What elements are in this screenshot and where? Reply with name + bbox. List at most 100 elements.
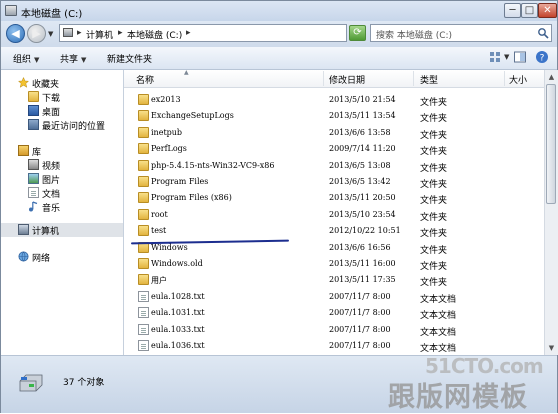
file-type: 文件夹 bbox=[420, 278, 448, 289]
back-button[interactable]: ◀ bbox=[6, 24, 25, 43]
close-button[interactable]: ✕ bbox=[538, 3, 557, 18]
file-name: root bbox=[151, 209, 168, 219]
search-input[interactable]: 搜索 本地磁盘 (C:) bbox=[370, 24, 552, 42]
sidebar-item-libraries[interactable]: 库 bbox=[1, 144, 123, 158]
column-name[interactable]: 名称 bbox=[136, 73, 154, 86]
column-type[interactable]: 类型 bbox=[420, 73, 438, 86]
drive-icon bbox=[5, 5, 17, 16]
recent-pages-dropdown[interactable]: ▼ bbox=[48, 30, 53, 38]
view-options-icon[interactable] bbox=[488, 50, 502, 64]
file-date: 2013/5/11 17:35 bbox=[329, 275, 396, 285]
file-type: 文件夹 bbox=[420, 147, 448, 158]
file-date: 2013/5/10 23:54 bbox=[329, 209, 396, 219]
sidebar-label: 网络 bbox=[32, 254, 51, 264]
file-name: inetpub bbox=[151, 127, 183, 137]
file-row[interactable]: eula.1031.txt 2007/11/7 8:00 文本文档 bbox=[124, 305, 544, 321]
file-row[interactable]: ExchangeSetupLogs 2013/5/11 13:54 文件夹 bbox=[124, 108, 544, 124]
new-folder-button[interactable]: 新建文件夹 bbox=[107, 52, 152, 65]
navigation-pane: 收藏夹 下载 桌面 最近访问的位置 库 视频 图片 文档 音乐 计算机 网络 bbox=[1, 70, 124, 355]
maximize-button[interactable]: □ bbox=[521, 3, 538, 18]
sidebar-item-pictures[interactable]: 图片 bbox=[1, 172, 123, 186]
column-size[interactable]: 大小 bbox=[509, 73, 527, 86]
share-label: 共享 bbox=[60, 55, 79, 65]
folder-icon bbox=[28, 91, 39, 102]
file-row[interactable]: Program Files (x86) 2013/5/11 20:50 文件夹 bbox=[124, 190, 544, 206]
vertical-scrollbar[interactable]: ▲ ▼ bbox=[544, 70, 558, 355]
chevron-down-icon: ▼ bbox=[34, 56, 40, 64]
window-title: 本地磁盘 (C:) bbox=[21, 9, 83, 20]
recent-places-icon bbox=[28, 119, 39, 130]
help-icon[interactable]: ? bbox=[535, 50, 549, 64]
sidebar-item-music[interactable]: 音乐 bbox=[1, 200, 123, 214]
column-divider[interactable] bbox=[504, 71, 505, 86]
column-modified[interactable]: 修改日期 bbox=[329, 73, 365, 86]
sidebar-item-network[interactable]: 网络 bbox=[1, 250, 123, 264]
file-row[interactable]: PerfLogs 2009/7/14 11:20 文件夹 bbox=[124, 141, 544, 157]
file-name: eula.1036.txt bbox=[151, 341, 205, 350]
view-dropdown-icon[interactable]: ▼ bbox=[504, 53, 509, 61]
forward-button[interactable]: ▶ bbox=[27, 24, 46, 43]
sidebar-label: 文档 bbox=[42, 190, 61, 200]
sidebar-item-favorites[interactable]: 收藏夹 bbox=[1, 76, 123, 90]
sidebar-label: 桌面 bbox=[42, 108, 61, 118]
file-row[interactable]: test 2012/10/22 10:51 文件夹 bbox=[124, 223, 544, 239]
file-row[interactable]: ex2013 2013/5/10 21:54 文件夹 bbox=[124, 92, 544, 108]
music-icon bbox=[29, 201, 38, 212]
file-type: 文本文档 bbox=[420, 311, 457, 322]
sidebar-item-videos[interactable]: 视频 bbox=[1, 158, 123, 172]
text-file-icon bbox=[138, 323, 149, 335]
file-date: 2013/6/5 13:42 bbox=[329, 177, 391, 186]
breadcrumb-local-disk[interactable]: 本地磁盘 (C:) bbox=[127, 28, 182, 41]
breadcrumb-arrow-icon[interactable]: ▸ bbox=[186, 28, 191, 38]
file-row[interactable]: php-5.4.15-nts-Win32-VC9-x86 2013/6/5 13:… bbox=[124, 158, 544, 174]
library-icon bbox=[18, 145, 29, 156]
sidebar-label: 视频 bbox=[42, 162, 61, 172]
search-icon[interactable] bbox=[537, 27, 549, 39]
file-name: php-5.4.15-nts-Win32-VC9-x86 bbox=[151, 160, 275, 170]
preview-pane-icon[interactable] bbox=[513, 50, 527, 64]
file-name: ExchangeSetupLogs bbox=[151, 111, 234, 121]
file-row[interactable]: Windows.old 2013/5/11 16:00 文件夹 bbox=[124, 256, 544, 272]
column-header-row: ▲ 名称 修改日期 类型 大小 bbox=[124, 70, 544, 88]
file-type: 文件夹 bbox=[420, 245, 448, 256]
sidebar-item-documents[interactable]: 文档 bbox=[1, 186, 123, 200]
file-type: 文件夹 bbox=[420, 229, 448, 240]
file-type: 文件夹 bbox=[420, 196, 448, 207]
file-row[interactable]: eula.1036.txt 2007/11/7 8:00 文本文档 bbox=[124, 338, 544, 354]
sidebar-item-recent[interactable]: 最近访问的位置 bbox=[1, 118, 123, 132]
minimize-button[interactable]: ─ bbox=[504, 3, 521, 18]
breadcrumb-arrow-icon[interactable]: ▸ bbox=[77, 28, 82, 38]
title-bar[interactable]: 本地磁盘 (C:) ─ □ ✕ bbox=[1, 1, 557, 21]
file-row[interactable]: root 2013/5/10 23:54 文件夹 bbox=[124, 207, 544, 223]
file-row[interactable]: Program Files 2013/6/5 13:42 文件夹 bbox=[124, 174, 544, 190]
picture-icon bbox=[28, 173, 39, 184]
file-row[interactable]: 用户 2013/5/11 17:35 文件夹 bbox=[124, 272, 544, 288]
file-name: eula.1028.txt bbox=[151, 291, 205, 301]
folder-icon bbox=[138, 274, 149, 286]
file-row[interactable]: eula.1033.txt 2007/11/7 8:00 文本文档 bbox=[124, 322, 544, 338]
sidebar-item-downloads[interactable]: 下载 bbox=[1, 90, 123, 104]
file-type: 文件夹 bbox=[420, 114, 448, 125]
sidebar-label: 音乐 bbox=[42, 204, 61, 214]
column-divider[interactable] bbox=[413, 71, 414, 86]
sidebar-item-desktop[interactable]: 桌面 bbox=[1, 104, 123, 118]
organize-label: 组织 bbox=[13, 55, 32, 65]
organize-menu[interactable]: 组织 ▼ bbox=[13, 52, 39, 65]
scroll-up-arrow[interactable]: ▲ bbox=[546, 71, 557, 83]
refresh-button[interactable]: ⟳ bbox=[349, 25, 366, 41]
file-row[interactable]: eula.1028.txt 2007/11/7 8:00 文本文档 bbox=[124, 289, 544, 305]
file-row[interactable]: inetpub 2013/6/6 13:58 文件夹 bbox=[124, 125, 544, 141]
scroll-down-arrow[interactable]: ▼ bbox=[546, 342, 557, 354]
folder-icon bbox=[138, 225, 149, 237]
address-bar[interactable]: ▸ 计算机 ▸ 本地磁盘 (C:) ▸ ▼ bbox=[59, 24, 402, 42]
column-divider[interactable] bbox=[323, 71, 324, 86]
sidebar-item-computer[interactable]: 计算机 bbox=[1, 223, 123, 237]
share-menu[interactable]: 共享 ▼ bbox=[60, 52, 86, 65]
folder-icon bbox=[138, 126, 149, 138]
breadcrumb-arrow-icon[interactable]: ▸ bbox=[118, 28, 123, 38]
file-type: 文件夹 bbox=[420, 130, 448, 141]
file-name: test bbox=[151, 226, 167, 236]
explorer-window: 本地磁盘 (C:) ─ □ ✕ ◀ ▶ ▼ ▸ 计算机 ▸ 本地磁盘 (C:) … bbox=[0, 0, 558, 413]
breadcrumb-computer[interactable]: 计算机 bbox=[86, 28, 113, 41]
scrollbar-thumb[interactable] bbox=[546, 84, 556, 204]
